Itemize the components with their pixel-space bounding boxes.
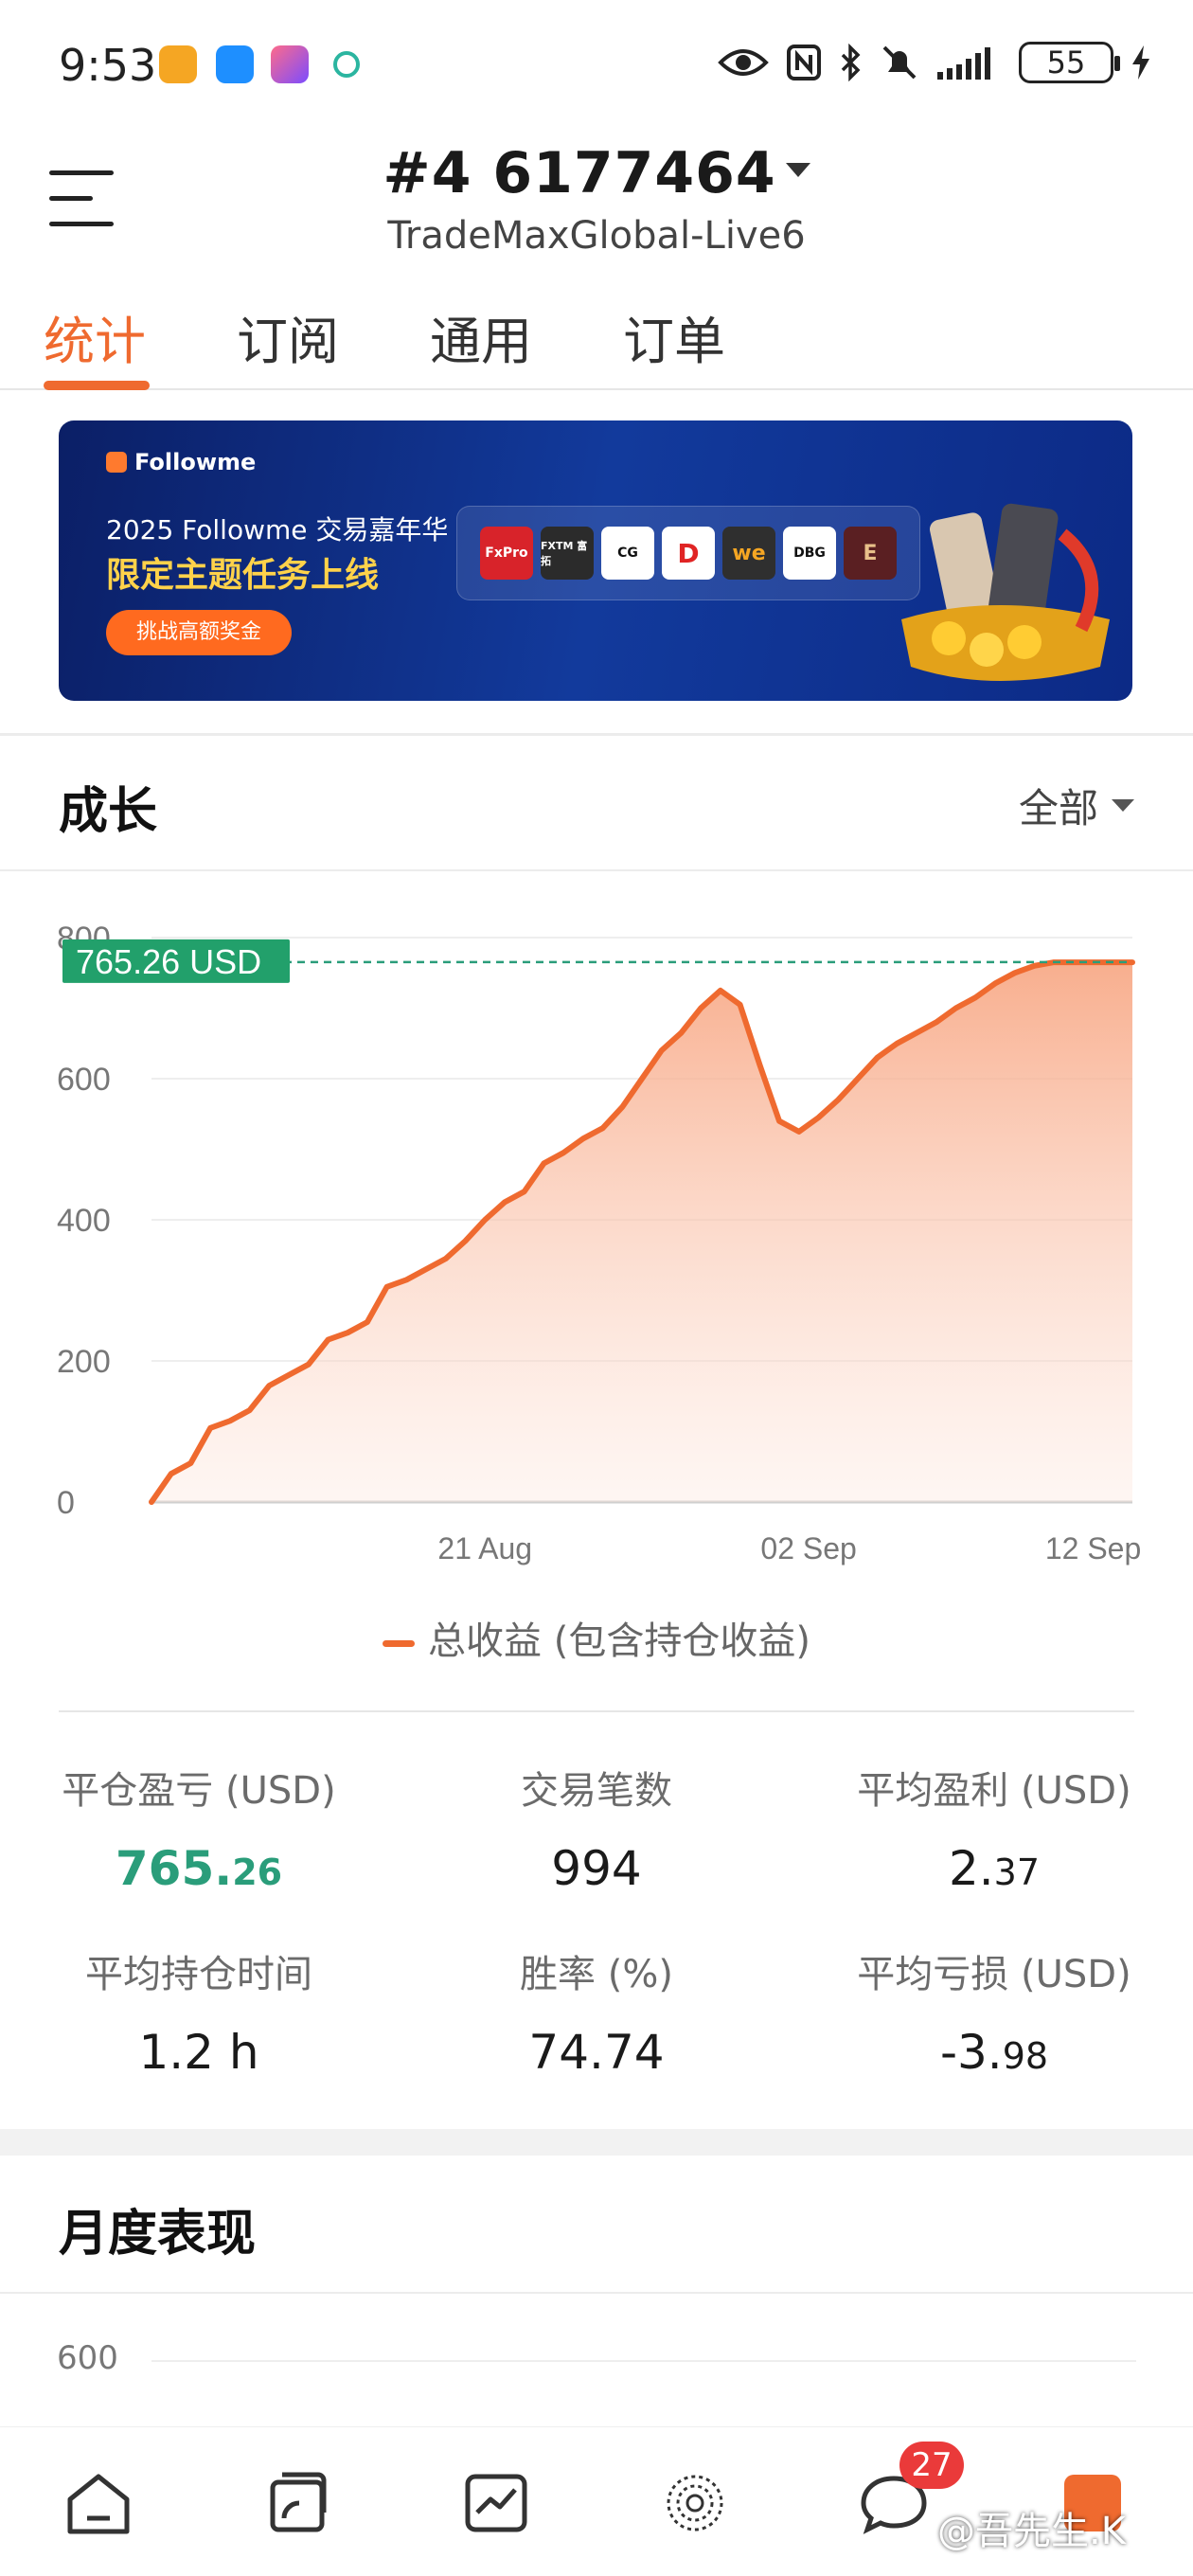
stat-value: 994 <box>551 1841 642 1896</box>
stat-label: 交易笔数 <box>521 1769 672 1813</box>
y-tick-label: 600 <box>57 1062 111 1098</box>
chart-legend[interactable]: 总收益 (包含持仓收益) <box>0 1610 1193 1665</box>
range-filter[interactable]: 全部 <box>1019 777 1134 834</box>
promo-banner[interactable]: Followme 2025 Followme 交易嘉年华 限定主题任务上线 挑战… <box>59 420 1132 701</box>
watermark: @吾先生.K <box>937 2510 1126 2553</box>
section-divider <box>0 869 1193 871</box>
monthly-title: 月度表现 <box>59 2206 257 2263</box>
stat-value: -3.98 <box>939 2025 1049 2080</box>
section-divider <box>0 733 1193 736</box>
growth-title: 成长 <box>59 783 158 840</box>
partner-logo: FXTM 富拓 <box>541 527 594 580</box>
banner-title: 限定主题任务上线 <box>106 556 380 595</box>
monthly-gridline <box>151 2360 1136 2362</box>
stat-label: 平均盈利 (USD) <box>857 1769 1131 1813</box>
stat-win-rate: 胜率 (%) 74.74 <box>398 1943 795 2080</box>
nfc-icon <box>787 45 821 80</box>
stat-label: 平均亏损 (USD) <box>857 1953 1131 1996</box>
section-divider <box>0 2292 1193 2294</box>
growth-area <box>151 962 1132 1502</box>
y-tick-label: 200 <box>57 1344 111 1380</box>
partner-logo: we <box>722 527 775 580</box>
signal-icon <box>937 47 990 80</box>
account-selector[interactable]: #4 6177464 <box>0 140 1193 206</box>
account-header: #4 6177464 TradeMaxGlobal-Live6 <box>0 133 1193 275</box>
legend-swatch <box>383 1639 416 1647</box>
message-app-icon <box>216 45 254 83</box>
monthly-axis-label: 600 <box>57 2339 118 2377</box>
partner-logos: FxPro FXTM 富拓 CG D we DBG E <box>456 506 920 600</box>
tab-statistics[interactable]: 统计 <box>44 299 146 374</box>
followme-logo: Followme <box>106 449 256 475</box>
chart-icon[interactable] <box>458 2465 534 2541</box>
home-icon[interactable] <box>61 2465 136 2541</box>
status-icons: 55 <box>718 42 1151 83</box>
chevron-down-icon <box>785 162 810 177</box>
stat-value: 1.2 h <box>138 2025 259 2080</box>
copy-trade-icon[interactable] <box>259 2465 335 2541</box>
partner-logo: CG <box>601 527 654 580</box>
unread-badge: 27 <box>899 2442 964 2489</box>
stat-label: 平仓盈亏 (USD) <box>62 1769 336 1813</box>
active-tab-indicator <box>44 381 150 390</box>
stat-label: 平均持仓时间 <box>85 1953 312 1996</box>
partner-logo: FxPro <box>480 527 533 580</box>
stat-label: 胜率 (%) <box>520 1953 673 1996</box>
partner-logo: D <box>662 527 715 580</box>
charging-icon <box>1132 45 1149 80</box>
x-tick-label: 02 Sep <box>760 1531 856 1565</box>
photo-app-icon <box>271 45 309 83</box>
y-tick-label: 400 <box>57 1203 111 1239</box>
account-number: #4 6177464 <box>383 140 776 206</box>
battery-indicator: 55 <box>1019 42 1120 83</box>
server-name: TradeMaxGlobal-Live6 <box>387 214 806 258</box>
eye-icon <box>718 49 769 76</box>
community-icon[interactable] <box>657 2465 733 2541</box>
tab-orders[interactable]: 订单 <box>623 299 725 374</box>
stat-avg-loss: 平均亏损 (USD) -3.98 <box>795 1943 1193 2080</box>
home-app-icon <box>159 45 197 83</box>
x-tick-label: 21 Aug <box>437 1531 532 1565</box>
stat-value: 2.37 <box>948 1841 1041 1896</box>
partner-logo: DBG <box>783 527 836 580</box>
status-time: 9:53 <box>59 40 157 91</box>
stat-trade-count: 交易笔数 994 <box>398 1760 795 1896</box>
divider <box>59 1710 1134 1712</box>
tab-general[interactable]: 通用 <box>430 299 532 374</box>
range-filter-label: 全部 <box>1018 785 1098 832</box>
stat-closed-pnl: 平仓盈亏 (USD) 765.26 <box>0 1760 398 1896</box>
tab-subscription[interactable]: 订阅 <box>237 299 339 374</box>
y-tick-label: 0 <box>57 1485 75 1521</box>
mute-bell-icon <box>882 45 917 80</box>
cloud-app-icon <box>328 45 365 83</box>
stat-avg-profit: 平均盈利 (USD) 2.37 <box>795 1760 1193 1896</box>
status-bar: 9:53 55 <box>0 0 1193 133</box>
bluetooth-icon <box>841 44 861 81</box>
section-gap <box>0 2129 1193 2156</box>
stat-avg-hold-time: 平均持仓时间 1.2 h <box>0 1943 398 2080</box>
tab-bar: 统计 订阅 通用 订单 <box>0 284 1193 390</box>
banner-subtitle: 2025 Followme 交易嘉年华 <box>106 514 449 546</box>
chevron-down-icon <box>1112 799 1134 812</box>
growth-chart[interactable]: 0200400600800 765.26 USD 21 Aug 02 Sep 12 … <box>0 881 1193 1601</box>
legend-label: 总收益 (包含持仓收益) <box>428 1619 810 1663</box>
x-tick-label: 12 Sep <box>1045 1531 1141 1565</box>
prize-illustration-icon <box>901 503 1110 681</box>
current-value-label: 765.26 USD <box>76 942 261 981</box>
stat-value: 74.74 <box>528 2025 665 2080</box>
stat-value: 765.26 <box>115 1841 283 1896</box>
banner-cta-button[interactable]: 挑战高额奖金 <box>106 610 292 655</box>
